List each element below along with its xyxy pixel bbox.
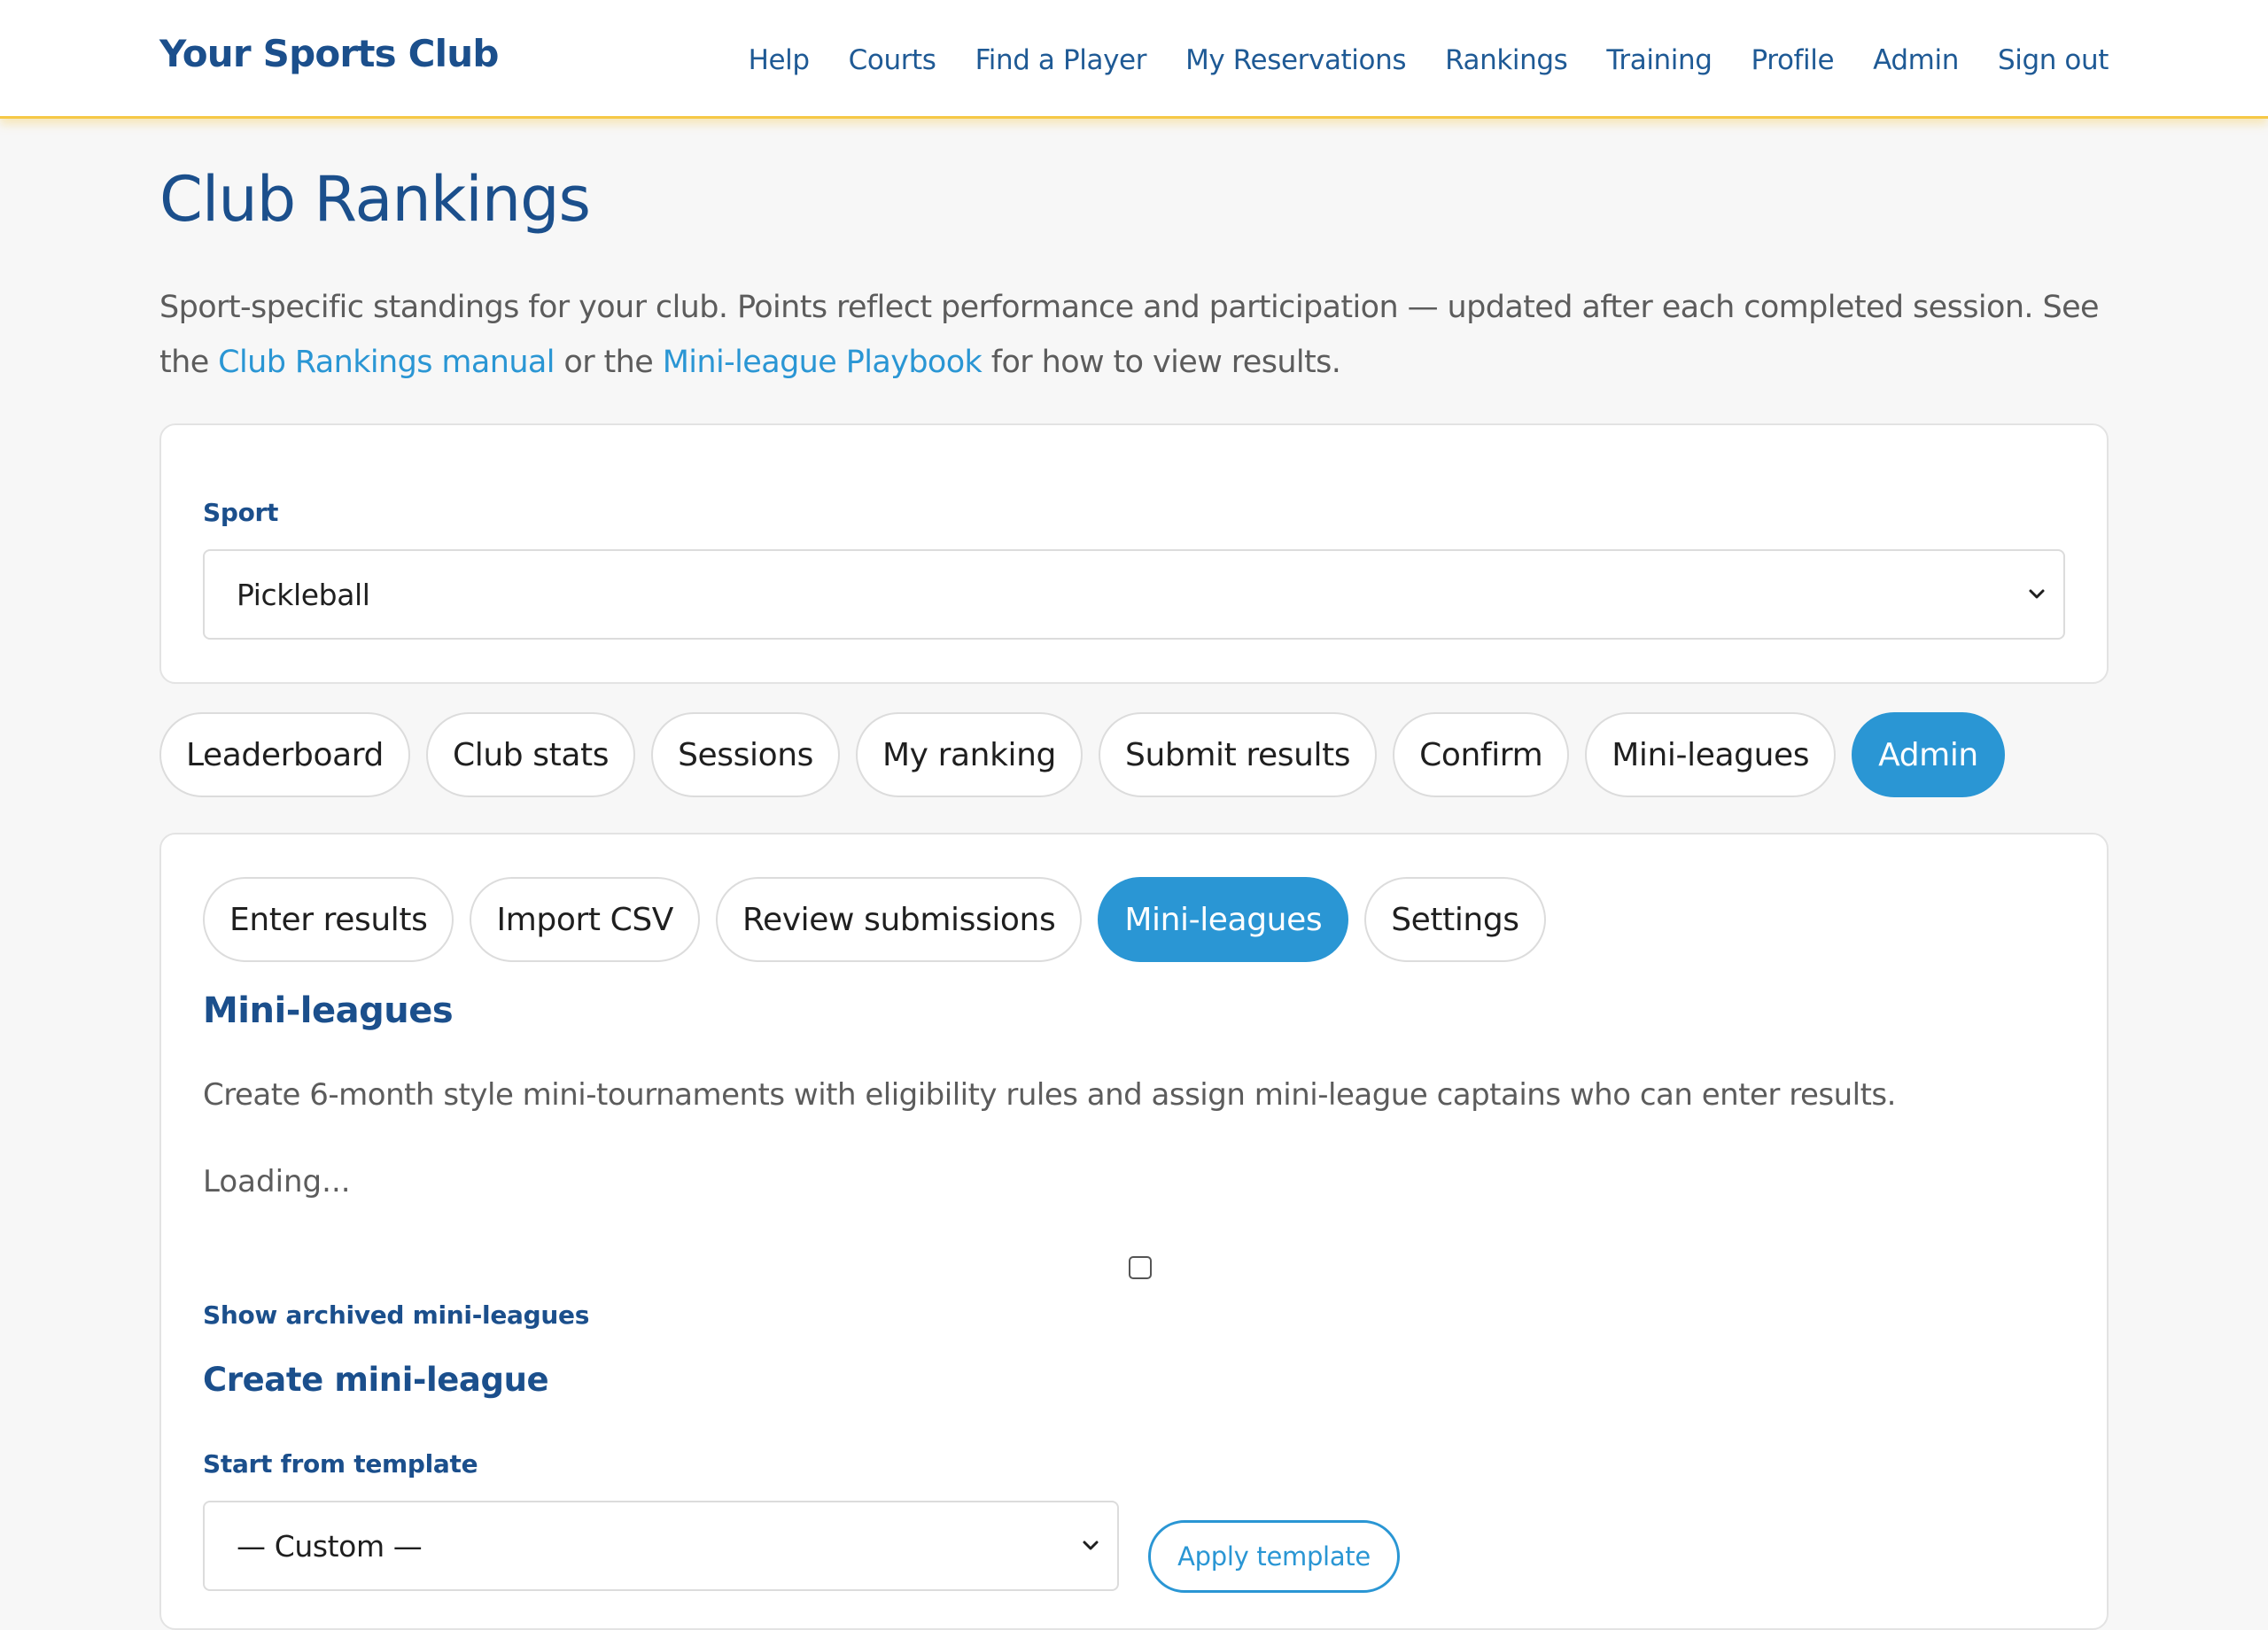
subtab-enter-results[interactable]: Enter results [203,877,454,962]
tab-submit-results[interactable]: Submit results [1099,712,1378,797]
nav-link-find-a-player[interactable]: Find a Player [975,43,1147,78]
subtab-mini-leagues[interactable]: Mini-leagues [1098,877,1349,962]
loading-indicator: Loading... [203,1164,351,1199]
top-navigation-bar: Your Sports Club Help Courts Find a Play… [0,0,2268,119]
nav-link-rankings[interactable]: Rankings [1445,43,1568,78]
apply-template-button[interactable]: Apply template [1148,1520,1400,1593]
tab-confirm[interactable]: Confirm [1393,712,1570,797]
nav-link-my-reservations[interactable]: My Reservations [1185,43,1406,78]
sport-label: Sport [203,498,279,527]
subtab-review-submissions[interactable]: Review submissions [716,877,1083,962]
nav-link-profile[interactable]: Profile [1751,43,1835,78]
subtab-settings[interactable]: Settings [1364,877,1546,962]
mini-leagues-description: Create 6-month style mini-tournaments wi… [203,1077,1896,1113]
page-intro: Sport-specific standings for your club. … [159,280,2126,390]
chevron-down-icon [1083,1541,1099,1550]
chevron-down-icon [2029,589,2045,599]
intro-text: for how to view results. [982,345,1341,380]
template-select[interactable]: — Custom — [203,1501,1119,1591]
start-from-template-label: Start from template [203,1449,478,1479]
nav-link-admin[interactable]: Admin [1873,43,1959,78]
page-title: Club Rankings [159,163,591,236]
subtab-import-csv[interactable]: Import CSV [470,877,701,962]
mini-leagues-heading: Mini-leagues [203,990,454,1031]
mini-league-playbook-link[interactable]: Mini-league Playbook [663,345,983,380]
sport-select[interactable]: Pickleball [203,549,2065,640]
tab-admin[interactable]: Admin [1852,712,2005,797]
tab-club-stats[interactable]: Club stats [426,712,636,797]
tab-sessions[interactable]: Sessions [651,712,840,797]
club-rankings-manual-link[interactable]: Club Rankings manual [218,345,555,380]
nav-link-sign-out[interactable]: Sign out [1998,43,2109,78]
nav-link-training[interactable]: Training [1606,43,1713,78]
nav-link-help[interactable]: Help [749,43,810,78]
nav-link-courts[interactable]: Courts [849,43,936,78]
create-mini-league-heading: Create mini-league [203,1361,549,1399]
main-nav: Help Courts Find a Player My Reservation… [749,43,2109,78]
brand-logo-text[interactable]: Your Sports Club [159,32,499,75]
template-select-value: — Custom — [237,1529,423,1564]
intro-text: or the [554,345,663,380]
sport-select-value: Pickleball [237,578,370,612]
tab-my-ranking[interactable]: My ranking [855,712,1083,797]
main-tab-bar: Leaderboard Club stats Sessions My ranki… [159,712,2005,797]
show-archived-checkbox[interactable] [1129,1256,1152,1279]
tab-mini-leagues[interactable]: Mini-leagues [1585,712,1837,797]
tab-leaderboard[interactable]: Leaderboard [159,712,410,797]
admin-sub-tab-bar: Enter results Import CSV Review submissi… [203,877,1546,962]
show-archived-label[interactable]: Show archived mini-leagues [203,1300,589,1330]
